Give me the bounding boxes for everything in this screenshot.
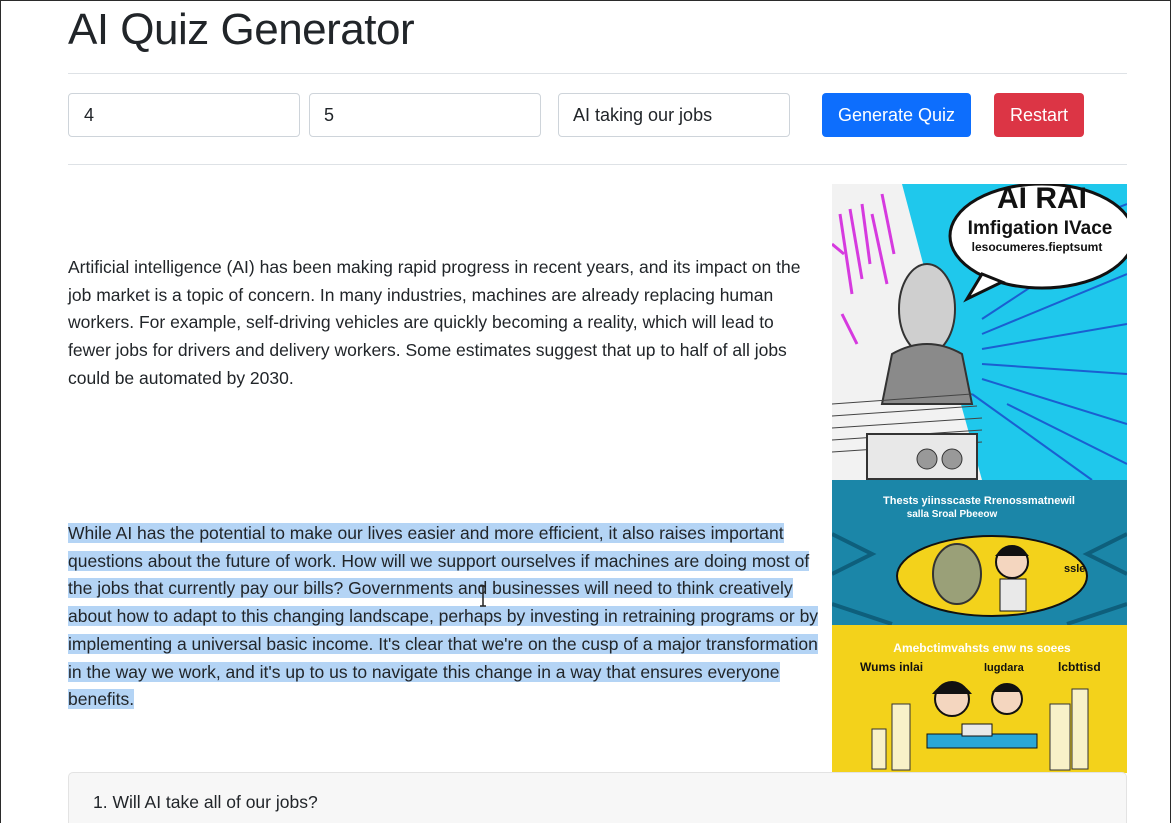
- illus-bottom-mid: lugdara: [984, 662, 1025, 674]
- text-cursor-icon: [480, 585, 486, 607]
- illus-bottom-right: lcbttisd: [1058, 660, 1101, 674]
- selected-text: While AI has the potential to make our l…: [68, 523, 819, 710]
- generate-quiz-button[interactable]: Generate Quiz: [822, 93, 971, 137]
- illus-bottom-left: Wums inlai: [860, 660, 923, 674]
- question-count-input[interactable]: 5: [309, 93, 541, 137]
- restart-button[interactable]: Restart: [994, 93, 1084, 137]
- illus-mid-tag: ssle: [1064, 563, 1085, 575]
- ai-jobs-illustration: AI RAI Imfigation IVace lesocumeres.fiep…: [832, 184, 1127, 773]
- illus-mid-line2: salla Sroal Pbeeow: [907, 509, 998, 520]
- divider-middle: [68, 164, 1127, 165]
- quiz-question-card: 1. Will AI take all of our jobs?: [68, 772, 1127, 823]
- article-paragraph-1: Artificial intelligence (AI) has been ma…: [68, 257, 801, 388]
- illus-top-sub2: lesocumeres.fieptsumt: [972, 240, 1103, 254]
- illus-top-sub: Imfigation IVace: [968, 218, 1113, 239]
- illus-top-heading: AI RAI: [997, 184, 1087, 215]
- divider-top: [68, 73, 1127, 74]
- quiz-count-input[interactable]: 4: [68, 93, 300, 137]
- quiz-question-1: 1. Will AI take all of our jobs?: [93, 792, 318, 812]
- article-paragraph-2: While AI has the potential to make our l…: [68, 520, 820, 714]
- page-title: AI Quiz Generator: [68, 5, 415, 54]
- illus-bottom-line1: Amebctimvahsts enw ns soees: [893, 641, 1071, 655]
- illus-mid-line1: Thests yiinsscaste Rrenossmatnewil: [883, 495, 1075, 507]
- topic-input[interactable]: AI taking our jobs: [558, 93, 790, 137]
